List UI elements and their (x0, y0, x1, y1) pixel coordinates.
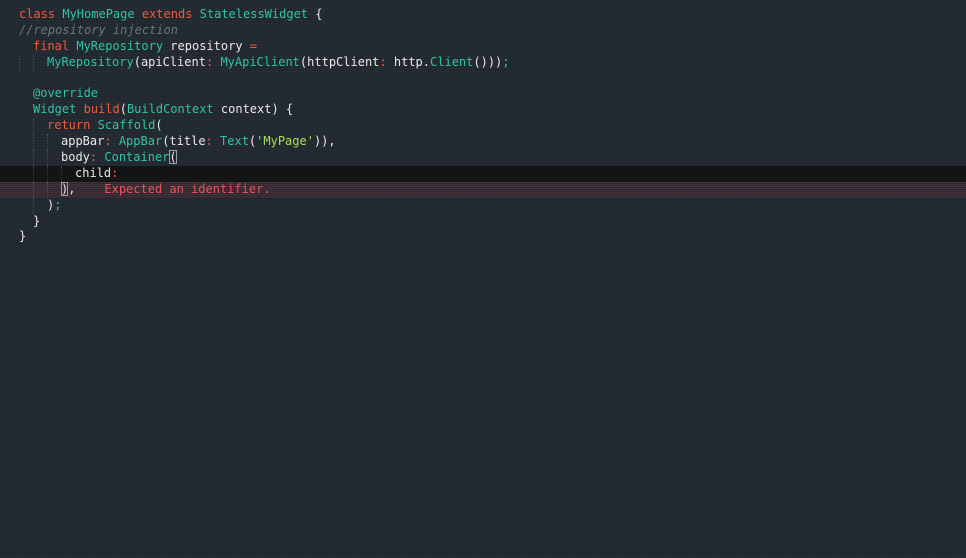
indent-guide (19, 198, 33, 214)
indent-guide (19, 134, 33, 150)
named-arg: child (75, 165, 112, 180)
superclass-name: StatelessWidget (199, 7, 309, 21)
paren: ( (155, 118, 163, 133)
named-arg: appBar (61, 134, 105, 149)
code-line-5[interactable] (0, 71, 966, 87)
code-line-13[interactable]: ); (0, 197, 966, 214)
indent-guide (19, 39, 33, 55)
close-brace: } (33, 213, 41, 228)
indent-guide (47, 165, 61, 182)
indent-guide (19, 214, 33, 230)
colon: : (111, 165, 119, 180)
comma: , (68, 181, 76, 196)
keyword-return: return (47, 118, 91, 133)
constructor-call: Client (430, 54, 474, 69)
field-type: MyRepository (76, 38, 164, 53)
code-line-14[interactable]: } (0, 214, 966, 230)
constructor-call: Container (104, 150, 170, 165)
paren-brace: ) { (271, 102, 294, 117)
keyword-extends: extends (141, 7, 193, 21)
named-arg: apiClient (140, 54, 206, 69)
paren: ( (133, 54, 141, 69)
matched-bracket: ( (169, 150, 177, 165)
indent-guide (33, 165, 47, 182)
named-arg: title (169, 134, 206, 149)
dot: . (422, 54, 431, 69)
colon: : (104, 134, 112, 149)
indent-guide (47, 134, 61, 151)
colon: : (205, 54, 214, 69)
indent-guide (33, 54, 47, 71)
indent-guide (33, 181, 47, 198)
indent-guide (33, 150, 47, 166)
constructor-call: MyApiClient (220, 54, 300, 69)
indent-guide (19, 54, 33, 71)
indent-guide (19, 118, 33, 134)
semicolon: ; (502, 54, 510, 69)
indent-guide (33, 118, 47, 135)
keyword-class: class (19, 7, 56, 21)
param-type: BuildContext (126, 102, 214, 117)
indent-guide (33, 134, 47, 151)
namespace: http (393, 54, 423, 69)
code-editor[interactable]: class MyHomePage extends StatelessWidget… (0, 7, 966, 245)
colon: : (89, 150, 98, 165)
paren: ( (119, 102, 127, 117)
constructor-call: Scaffold (97, 118, 156, 133)
indent-guide (19, 182, 33, 198)
keyword-final: final (33, 38, 70, 53)
indent-guide (19, 86, 33, 102)
assign-operator: = (249, 38, 258, 53)
param-name: context (220, 102, 272, 117)
open-brace: { (308, 7, 323, 21)
indent-guide (19, 102, 33, 118)
code-line-9[interactable]: appBar: AppBar(title: Text('MyPage')), (0, 134, 966, 151)
parens: )), (313, 134, 336, 149)
parens: ())) (473, 54, 503, 69)
indent-guide (33, 197, 47, 214)
indent-guide (47, 181, 61, 198)
return-type: Widget (33, 102, 77, 117)
indent-guide (47, 150, 61, 166)
constructor-call: MyRepository (47, 54, 134, 69)
code-line-10[interactable]: body: Container( (0, 150, 966, 166)
method-name: build (83, 102, 120, 117)
indent-guide (19, 166, 33, 182)
named-arg: httpClient (307, 54, 380, 69)
code-line-4[interactable]: MyRepository(apiClient: MyApiClient(http… (0, 54, 966, 71)
code-comment: //repository injection (19, 22, 178, 37)
indent-guide (61, 165, 75, 182)
code-line-12-error[interactable]: ), Expected an identifier. (0, 181, 966, 198)
code-line-8[interactable]: return Scaffold( (0, 118, 966, 135)
code-line-1[interactable]: class MyHomePage extends StatelessWidget… (0, 7, 966, 23)
code-line-3[interactable]: final MyRepository repository = (0, 39, 966, 55)
code-line-15[interactable]: } (0, 229, 966, 245)
constructor-call: AppBar (118, 134, 163, 149)
code-line-11-current[interactable]: child: (0, 165, 966, 182)
colon: : (205, 134, 213, 149)
code-line-2[interactable]: //repository injection (0, 23, 966, 39)
code-line-7[interactable]: Widget build(BuildContext context) { (0, 102, 966, 118)
string-literal: 'MyPage' (256, 134, 314, 149)
colon: : (379, 54, 387, 69)
field-name: repository (170, 38, 243, 53)
class-name: MyHomePage (62, 7, 135, 21)
indent-guide (19, 150, 33, 166)
semicolon: ; (54, 197, 62, 212)
close-brace: } (19, 229, 27, 244)
inline-error-message: Expected an identifier. (104, 181, 271, 196)
constructor-call: Text (220, 134, 249, 149)
code-line-6[interactable]: @override (0, 86, 966, 102)
annotation: @override (33, 86, 99, 101)
named-arg: body (61, 150, 90, 165)
